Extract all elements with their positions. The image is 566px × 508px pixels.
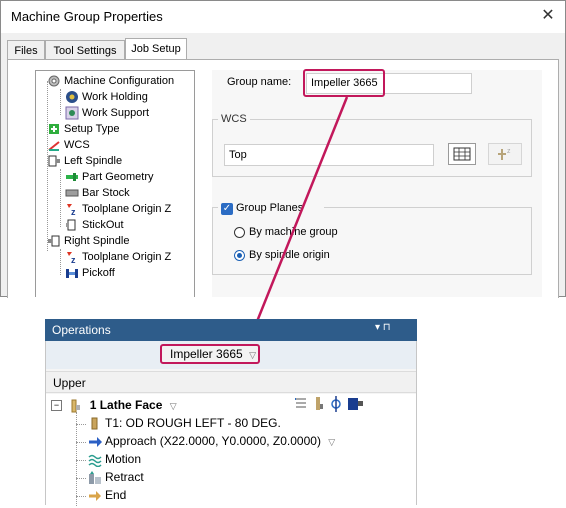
motion-icon (88, 453, 102, 468)
end-arrow-icon (88, 489, 102, 503)
machine-icon (348, 398, 363, 410)
approach-dropdown-icon[interactable]: ▽ (328, 437, 335, 447)
machine-group-name: Impeller 3665 (170, 347, 243, 361)
operations-header: Operations ▾ ⊓ (45, 319, 417, 341)
operation-name: 1 Lathe Face (89, 398, 163, 412)
axis-transform-icon (331, 396, 341, 412)
upper-section-label: Upper (46, 371, 416, 393)
face-op-icon (69, 399, 83, 413)
operation-toolbar (294, 396, 374, 412)
tool-icon (88, 417, 102, 431)
operation-row-retract[interactable]: Retract (88, 468, 144, 486)
operation-row-tool[interactable]: T1: OD ROUGH LEFT - 80 DEG. (88, 414, 281, 432)
retract-icon (88, 470, 102, 485)
panel-pin-icon[interactable]: ▾ ⊓ (375, 322, 413, 333)
operation-row-motion[interactable]: Motion (88, 450, 141, 468)
collapse-toggle-icon[interactable]: − (51, 400, 62, 412)
operation-row-approach[interactable]: Approach (X22.0000, Y0.0000, Z0.0000) ▽ (88, 432, 335, 450)
operation-row-lathe-face[interactable]: − 1 Lathe Face ▽ (51, 396, 177, 414)
operation-dropdown-icon[interactable]: ▽ (170, 401, 177, 411)
tool-insert-icon (316, 397, 323, 410)
operation-row-end[interactable]: End (88, 486, 126, 504)
dropdown-icon: ▽ (249, 350, 256, 360)
approach-arrow-icon (88, 435, 102, 449)
list-icon (295, 398, 306, 408)
machine-group-selector[interactable]: Impeller 3665 ▽ (160, 344, 260, 364)
operations-tree: − 1 Lathe Face ▽ T1: OD ROUGH LEFT - 80 … (46, 394, 416, 506)
operations-title: Operations (52, 323, 111, 337)
